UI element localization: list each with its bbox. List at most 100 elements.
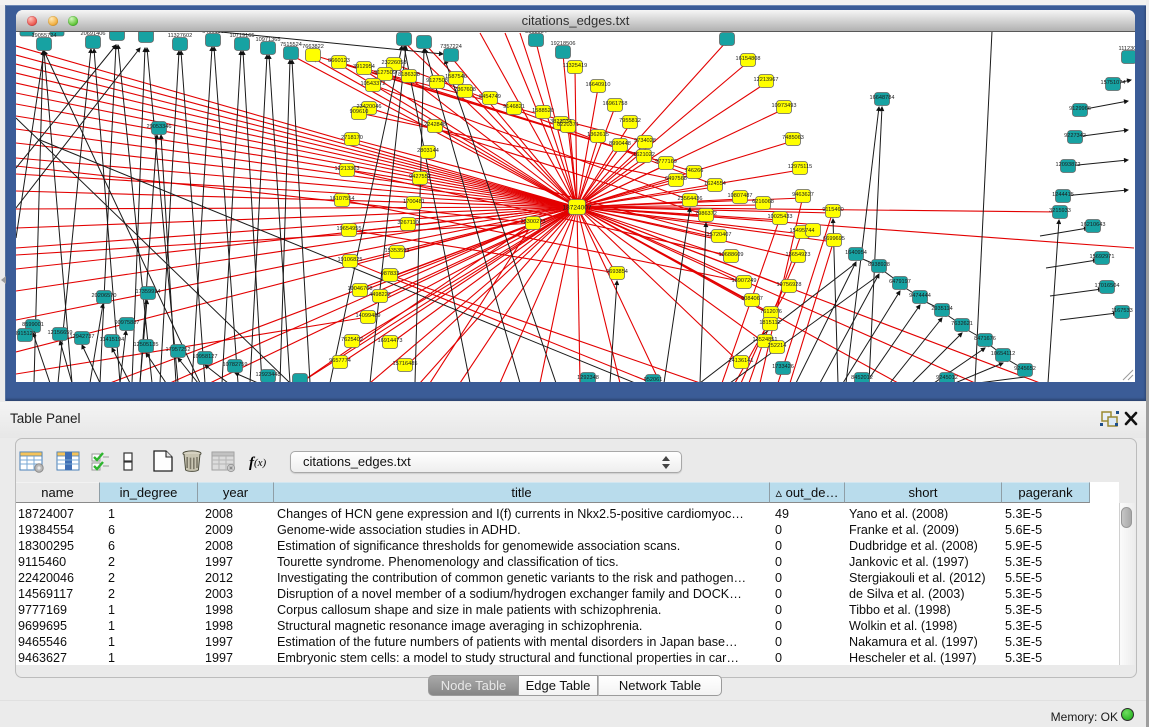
svg-text:9474444: 9474444 — [909, 293, 931, 299]
svg-text:746266: 746266 — [685, 168, 704, 174]
svg-text:1733426: 1733426 — [772, 364, 794, 370]
svg-text:12975115: 12975115 — [788, 164, 812, 170]
svg-text:13654923: 13654923 — [786, 252, 811, 258]
svg-text:4498222: 4498222 — [369, 292, 391, 298]
svg-text:9245012: 9245012 — [936, 375, 958, 381]
svg-text:1167533: 1167533 — [1111, 308, 1132, 314]
svg-text:19055724: 19055724 — [32, 33, 57, 39]
svg-text:6699695: 6699695 — [823, 236, 845, 242]
svg-text:9427552: 9427552 — [409, 174, 431, 180]
svg-text:9227342: 9227342 — [1064, 133, 1086, 139]
svg-text:7625402: 7625402 — [341, 337, 363, 343]
svg-text:952061: 952061 — [644, 377, 663, 382]
svg-text:12213967: 12213967 — [754, 77, 779, 83]
svg-text:19218506: 19218506 — [551, 41, 576, 47]
svg-text:2242848: 2242848 — [424, 122, 446, 128]
svg-text:8471676: 8471676 — [974, 336, 996, 342]
svg-text:20206570: 20206570 — [92, 293, 117, 299]
svg-text:7632621: 7632621 — [951, 321, 973, 327]
svg-text:14136141: 14136141 — [729, 358, 754, 364]
svg-text:23564436: 23564436 — [678, 196, 703, 202]
svg-text:10782759: 10782759 — [223, 362, 248, 368]
svg-text:7485063: 7485063 — [782, 135, 804, 141]
svg-text:1362615: 1362615 — [587, 132, 609, 138]
svg-text:19756928: 19756928 — [777, 282, 802, 288]
svg-text:1244415: 1244415 — [1052, 192, 1074, 198]
svg-text:3915121: 3915121 — [16, 331, 36, 337]
svg-text:1621022: 1621022 — [633, 152, 655, 158]
svg-text:11415194: 11415194 — [100, 337, 124, 343]
svg-text:1112306: 1112306 — [1119, 46, 1135, 52]
svg-text:1292348: 1292348 — [577, 375, 599, 381]
svg-text:17957252: 17957252 — [166, 347, 191, 353]
svg-text:2367608: 2367608 — [454, 87, 476, 93]
svg-text:90975887: 90975887 — [115, 320, 140, 326]
svg-text:10971365: 10971365 — [256, 37, 281, 43]
svg-text:3912954: 3912954 — [353, 64, 375, 70]
svg-text:17359914: 17359914 — [136, 289, 161, 295]
svg-text:8990448: 8990448 — [609, 141, 631, 147]
svg-text:1815112: 1815112 — [759, 320, 780, 326]
svg-text:7663822: 7663822 — [302, 44, 324, 50]
svg-text:10807487: 10807487 — [728, 193, 753, 199]
svg-text:10543372: 10543372 — [361, 81, 386, 87]
svg-text:9777169: 9777169 — [655, 159, 677, 165]
svg-text:10654112: 10654112 — [991, 351, 1015, 357]
svg-text:7612076: 7612076 — [760, 309, 782, 315]
svg-text:6497568: 6497568 — [665, 176, 687, 182]
svg-text:14099489: 14099489 — [356, 313, 381, 319]
svg-text:1700481: 1700481 — [403, 199, 425, 205]
svg-text:16640910: 16640910 — [586, 82, 611, 88]
svg-text:12213303: 12213303 — [335, 166, 360, 172]
svg-text:8454749: 8454749 — [479, 94, 501, 100]
svg-text:11325419: 11325419 — [563, 63, 587, 69]
svg-text:252214: 252214 — [768, 343, 787, 349]
svg-text:7986372: 7986372 — [695, 211, 717, 217]
svg-text:15692971: 15692971 — [1090, 254, 1115, 260]
svg-text:6479197: 6479197 — [889, 279, 911, 285]
svg-text:2718170: 2718170 — [341, 135, 363, 141]
svg-text:9245652: 9245652 — [1014, 366, 1036, 372]
svg-text:15716485: 15716485 — [393, 361, 418, 367]
svg-text:9146821: 9146821 — [503, 104, 525, 110]
svg-text:3215933: 3215933 — [1049, 208, 1071, 214]
svg-text:1588520: 1588520 — [532, 108, 554, 114]
svg-text:11327602: 11327602 — [168, 33, 192, 39]
svg-text:29053346: 29053346 — [147, 124, 172, 130]
svg-text:8220371: 8220371 — [557, 122, 579, 128]
svg-text:19654955: 19654955 — [337, 226, 362, 232]
svg-text:2935114: 2935114 — [931, 306, 952, 312]
svg-text:16961758: 16961758 — [603, 101, 628, 107]
svg-text:1587546: 1587546 — [445, 74, 467, 80]
svg-text:9734028: 9734028 — [634, 138, 656, 144]
svg-text:23300273: 23300273 — [521, 219, 546, 225]
svg-text:16648784: 16648784 — [870, 95, 895, 101]
svg-text:10719165: 10719165 — [230, 33, 255, 39]
svg-text:9115460: 9115460 — [822, 207, 843, 213]
svg-text:7955812: 7955812 — [619, 118, 641, 124]
svg-text:1624554: 1624554 — [704, 181, 726, 187]
svg-text:15495744: 15495744 — [790, 228, 815, 234]
svg-text:9129966: 9129966 — [1069, 106, 1091, 112]
svg-text:10025433: 10025433 — [768, 214, 793, 220]
svg-text:23226058: 23226058 — [382, 60, 407, 66]
svg-text:19106825: 19106825 — [338, 257, 363, 263]
svg-text:12923448: 12923448 — [256, 372, 281, 378]
svg-text:18907249: 18907249 — [732, 278, 757, 284]
svg-text:8938928: 8938928 — [868, 262, 890, 268]
svg-text:9084067: 9084067 — [741, 296, 763, 302]
svg-text:6216068: 6216068 — [752, 199, 774, 205]
svg-text:9127509: 9127509 — [374, 70, 396, 76]
svg-text:10688609: 10688609 — [719, 252, 744, 258]
svg-text:1640954: 1640954 — [845, 250, 867, 256]
svg-text:15353593: 15353593 — [385, 248, 410, 254]
svg-text:8599001: 8599001 — [22, 322, 44, 328]
svg-text:8660123: 8660123 — [328, 58, 350, 64]
svg-text:909610: 909610 — [350, 109, 369, 115]
svg-text:16107554: 16107554 — [330, 196, 355, 202]
svg-text:12505135: 12505135 — [134, 342, 159, 348]
svg-text:2803144: 2803144 — [417, 148, 439, 154]
svg-text:10958127: 10958127 — [193, 354, 218, 360]
svg-text:18724007: 18724007 — [563, 205, 592, 212]
svg-text:(x): (x) — [254, 457, 267, 469]
